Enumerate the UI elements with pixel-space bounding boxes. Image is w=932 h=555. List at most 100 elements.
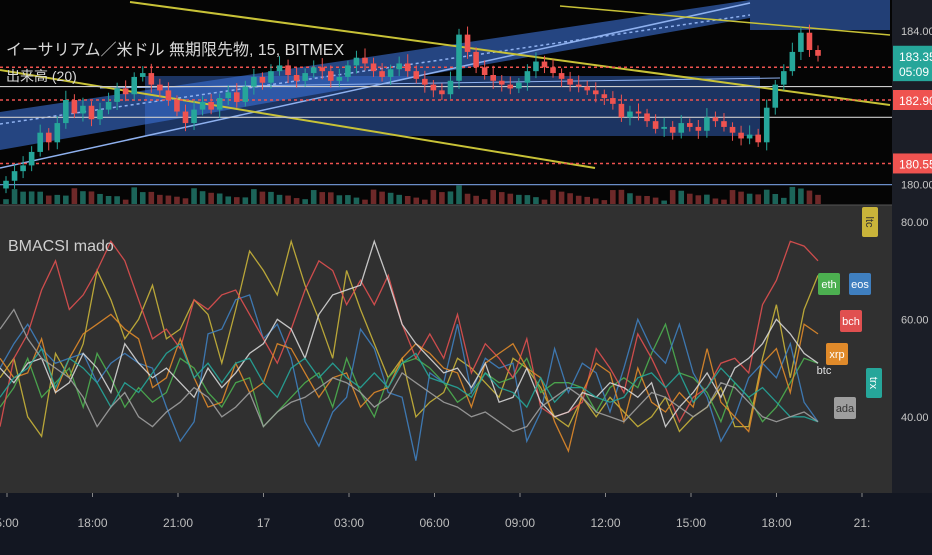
volume-bar xyxy=(293,198,300,204)
time-axis-background xyxy=(0,493,932,550)
volume-bar xyxy=(413,197,420,204)
volume-bar xyxy=(131,187,138,204)
candle-body xyxy=(396,63,402,70)
candle-body xyxy=(63,100,69,124)
volume-bar xyxy=(439,192,445,204)
candle-body xyxy=(806,32,813,50)
indicator-tick-label: 80.00 xyxy=(901,217,929,229)
volume-bar xyxy=(396,194,402,204)
candle-body xyxy=(3,180,9,189)
candle-body xyxy=(387,69,394,77)
volume-bar xyxy=(755,194,761,204)
volume-bar xyxy=(704,194,710,204)
volume-bar xyxy=(319,192,326,204)
candle-body xyxy=(798,32,804,52)
volume-bar xyxy=(721,199,727,204)
candle-body xyxy=(345,65,351,77)
candle-body xyxy=(746,134,753,139)
candle-body xyxy=(199,101,206,110)
volume-bar xyxy=(276,194,283,204)
volume-bar xyxy=(54,194,61,204)
candle-body xyxy=(182,111,189,124)
volume-bar xyxy=(37,191,43,204)
volume-bar xyxy=(592,198,599,204)
candle-body xyxy=(148,73,155,85)
candle-body xyxy=(174,100,180,112)
candle-body xyxy=(259,76,266,83)
volume-bar xyxy=(114,196,120,204)
volume-bar xyxy=(798,188,804,204)
volume-bar xyxy=(516,194,522,204)
volume-bar xyxy=(97,193,103,204)
candle-body xyxy=(669,126,676,133)
volume-bar xyxy=(558,191,565,204)
candle-body xyxy=(575,84,582,87)
volume-bar xyxy=(199,191,206,204)
symbol-title[interactable]: イーサリアム／米ドル 無期限先物, 15, BITMEX xyxy=(6,36,344,60)
series-label-trx: trx xyxy=(867,377,879,390)
candle-body xyxy=(404,63,411,72)
series-label-ltc: ltc xyxy=(863,217,875,229)
candle-body xyxy=(191,109,197,124)
price-tag-label: 05:09 xyxy=(899,65,929,79)
volume-bar xyxy=(362,199,368,204)
candle-body xyxy=(721,121,727,127)
candle-body xyxy=(618,103,625,118)
candle-body xyxy=(447,80,454,95)
candle-body xyxy=(815,50,821,56)
volume-bar xyxy=(122,199,129,204)
volume-bar xyxy=(63,195,69,204)
volume-bar xyxy=(712,198,719,204)
indicator-title[interactable]: BMACSI mado xyxy=(8,238,114,256)
candle-body xyxy=(712,117,719,122)
volume-bar xyxy=(618,189,625,204)
candle-body xyxy=(481,67,488,75)
series-label-bch: bch xyxy=(842,316,860,328)
volume-bar xyxy=(610,190,616,204)
candle-body xyxy=(242,86,249,102)
volume-bar xyxy=(105,196,112,204)
range-box-right[interactable] xyxy=(750,0,890,30)
volume-bar xyxy=(285,195,291,204)
volume-bar xyxy=(772,194,779,204)
volume-bar xyxy=(644,196,650,204)
candle-body xyxy=(276,65,283,72)
candle-body xyxy=(54,123,61,143)
volume-bar xyxy=(481,199,488,204)
candle-body xyxy=(558,73,565,79)
candle-body xyxy=(233,92,240,102)
volume-bar xyxy=(652,197,659,204)
volume-bar xyxy=(242,197,249,204)
volume-bar xyxy=(635,195,642,204)
volume-bar xyxy=(575,195,582,204)
volume-indicator-label[interactable]: 出来高 (20) xyxy=(6,66,77,86)
volume-bar xyxy=(233,197,240,204)
candle-body xyxy=(567,78,573,85)
volume-bar xyxy=(447,191,454,204)
candle-body xyxy=(413,71,420,79)
candle-body xyxy=(20,165,26,172)
candle-body xyxy=(789,51,796,72)
volume-bar xyxy=(216,193,223,204)
volume-bar xyxy=(11,189,18,204)
candle-body xyxy=(268,71,274,83)
volume-bar xyxy=(550,190,556,204)
candle-body xyxy=(216,98,223,110)
volume-bar xyxy=(379,191,385,204)
candle-body xyxy=(592,90,599,95)
volume-bar xyxy=(524,195,531,204)
candle-body xyxy=(729,126,736,133)
price-tags: 183.3505:09182.90180.55 xyxy=(893,45,932,174)
volume-bar xyxy=(567,193,573,204)
volume-bar xyxy=(541,199,548,204)
candle-body xyxy=(310,67,317,74)
time-tick-label: 21:00 xyxy=(163,516,193,530)
volume-bar xyxy=(182,198,189,204)
price-tag-label: 180.55 xyxy=(899,157,932,171)
candle-body xyxy=(71,100,78,114)
volume-bar xyxy=(165,195,172,204)
chart-canvas[interactable]: 183.3505:09182.90180.55 184.00180.0080.0… xyxy=(0,0,932,550)
candle-body xyxy=(584,86,591,91)
time-tick-label: 18:00 xyxy=(77,516,107,530)
volume-bar xyxy=(763,189,770,204)
